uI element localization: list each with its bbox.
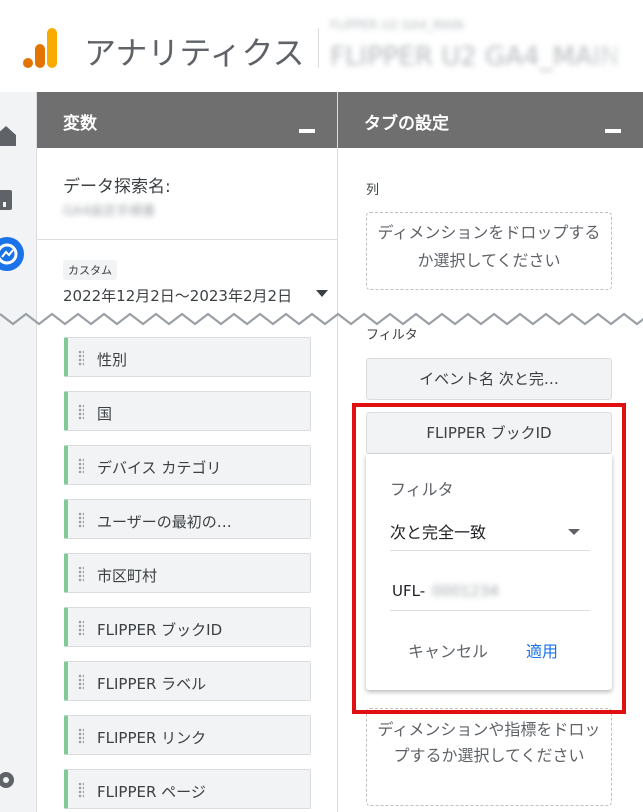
custom-chip: カスタム — [63, 260, 117, 280]
drag-handle-icon[interactable] — [78, 566, 84, 582]
dimension-label: FLIPPER ラベル — [97, 675, 207, 693]
drag-handle-icon[interactable] — [78, 620, 84, 636]
date-range-selector[interactable]: 2022年12月2日～2023年2月2日 — [63, 285, 292, 306]
values-drop-zone[interactable]: ディメンションや指標をドロップするか選択してください — [366, 708, 612, 806]
dimension-item[interactable]: 市区町村 — [64, 553, 311, 593]
dropdown-caret-icon[interactable] — [316, 290, 328, 297]
columns-drop-zone[interactable]: ディメンションをドロップするか選択してください — [366, 212, 612, 290]
tab-settings-header: タブの設定 — [338, 92, 643, 148]
variables-panel-header: 変数 — [37, 92, 337, 148]
dimension-item[interactable]: 国 — [64, 391, 311, 431]
drag-handle-icon[interactable] — [78, 404, 84, 420]
columns-label: 列 — [366, 183, 380, 198]
drag-handle-icon[interactable] — [78, 512, 84, 528]
tab-settings-title: タブの設定 — [364, 114, 449, 134]
variables-panel: 変数 データ探索名: GA4設定手順書 カスタム 2022年12月2日～2023… — [37, 92, 338, 812]
dimension-item[interactable]: ユーザーの最初の… — [64, 499, 311, 539]
highlight-box — [352, 403, 626, 714]
dimension-item[interactable]: FLIPPER ページ — [64, 769, 311, 809]
property-name[interactable]: FLIPPER U2 GA4_MAIN — [330, 42, 620, 72]
dimension-item[interactable]: FLIPPER ラベル — [64, 661, 311, 701]
dimension-label: FLIPPER ページ — [97, 783, 206, 801]
dimension-item[interactable]: 性別 — [64, 337, 311, 377]
analytics-logo[interactable] — [22, 26, 62, 70]
home-icon[interactable] — [0, 124, 24, 148]
nav-rail — [0, 92, 37, 812]
minimize-icon[interactable] — [605, 129, 621, 133]
dimension-item[interactable]: FLIPPER ブックID — [64, 607, 311, 647]
app-title: アナリティクス — [84, 34, 305, 72]
dimension-item[interactable]: FLIPPER リンク — [64, 715, 311, 755]
reports-icon[interactable] — [0, 188, 24, 212]
minimize-icon[interactable] — [299, 129, 315, 133]
dimension-item[interactable]: デバイス カテゴリ — [64, 445, 311, 485]
header-divider — [318, 28, 319, 68]
variables-panel-title: 変数 — [63, 114, 97, 134]
dimension-label: FLIPPER ブックID — [97, 621, 223, 639]
account-name[interactable]: FLIPPER U2 GA4_MAIN — [330, 18, 464, 32]
drag-handle-icon[interactable] — [78, 458, 84, 474]
explore-name-input[interactable]: GA4設定手順書 — [63, 200, 155, 219]
screenshot-cut-line — [0, 312, 643, 326]
dimension-label: 国 — [97, 405, 113, 423]
divider — [37, 239, 337, 240]
drag-handle-icon[interactable] — [78, 350, 84, 366]
drag-handle-icon[interactable] — [78, 674, 84, 690]
drag-handle-icon[interactable] — [78, 782, 84, 798]
settings-icon[interactable] — [0, 768, 24, 792]
explore-name-label: データ探索名: — [63, 177, 171, 197]
dimension-label: 市区町村 — [97, 567, 158, 585]
dimension-label: FLIPPER リンク — [97, 729, 207, 747]
filter-chip-event-name[interactable]: イベント名 次と完… — [366, 358, 612, 400]
dimension-label: デバイス カテゴリ — [97, 459, 222, 477]
explore-icon[interactable] — [0, 237, 24, 271]
app-header: アナリティクス FLIPPER U2 GA4_MAIN FLIPPER U2 G… — [0, 0, 643, 93]
dimension-label: ユーザーの最初の… — [97, 513, 232, 531]
drag-handle-icon[interactable] — [78, 728, 84, 744]
dimension-label: 性別 — [97, 351, 128, 369]
